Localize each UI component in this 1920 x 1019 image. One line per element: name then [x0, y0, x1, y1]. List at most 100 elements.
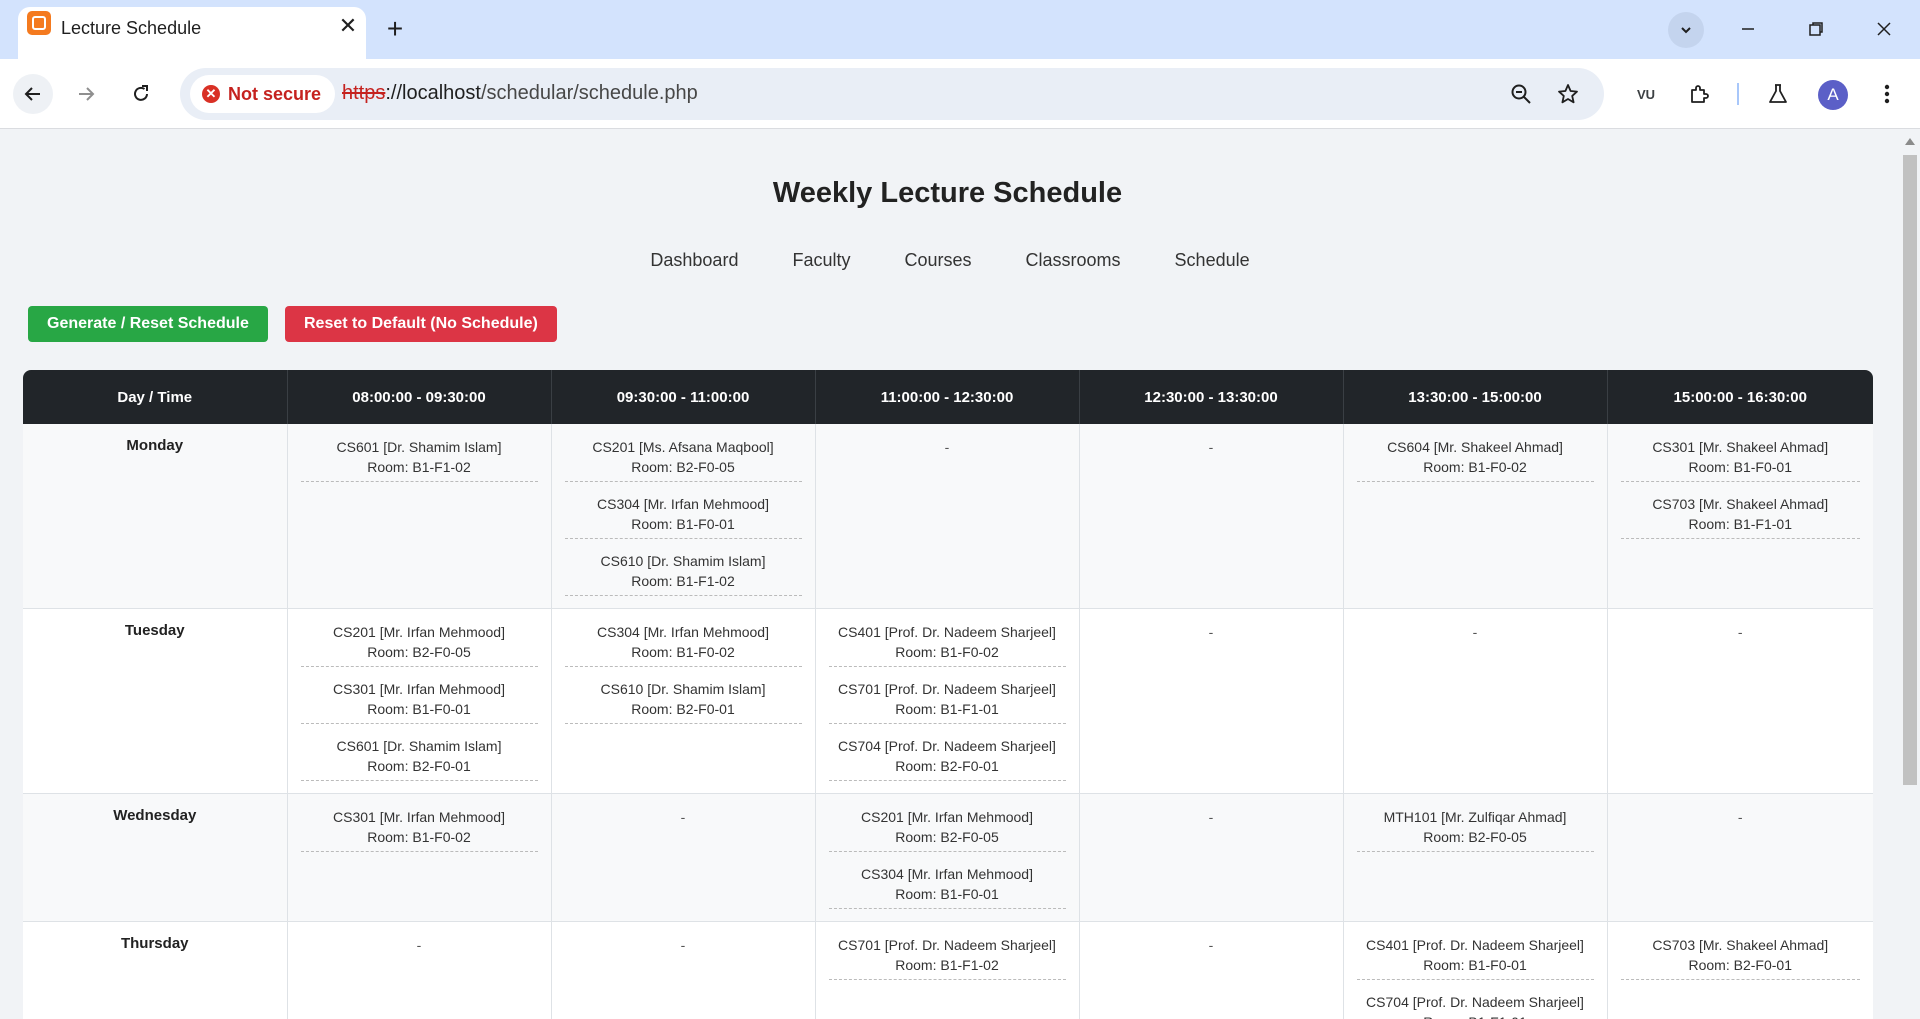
day-cell: Wednesday: [23, 793, 288, 922]
reload-icon[interactable]: [121, 74, 161, 114]
lecture-room: Room: B1-F0-02: [1423, 459, 1527, 475]
lecture-entry: CS704 [Prof. Dr. Nadeem Sharjeel] Room: B…: [1357, 992, 1594, 1019]
security-label: Not secure: [228, 83, 322, 104]
lecture-room: Room: B1-F0-02: [895, 644, 999, 660]
table-row: Thursday - - CS701 [Prof. Dr. Nadeem Sharje…: [23, 921, 1873, 1019]
vu-extension-icon[interactable]: VU: [1628, 76, 1664, 112]
forward-icon[interactable]: [66, 74, 106, 114]
lecture-entry: CS301 [Mr. Shakeel Ahmad] Room: B1-F0-01: [1620, 437, 1860, 482]
lecture-course: CS401 [Prof. Dr. Nadeem Sharjeel]: [838, 624, 1056, 640]
close-window-icon[interactable]: [1869, 14, 1899, 44]
lecture-course: CS201 [Mr. Irfan Mehmood]: [861, 809, 1033, 825]
lecture-room: Room: B1-F0-02: [631, 644, 735, 660]
lecture-entry: CS601 [Dr. Shamim Islam] Room: B1-F1-02: [300, 437, 538, 482]
labs-flask-icon[interactable]: [1760, 76, 1796, 112]
lecture-entry: CS304 [Mr. Irfan Mehmood] Room: B1-F0-01: [564, 494, 802, 539]
browser-tab[interactable]: Lecture Schedule ✕: [18, 7, 366, 59]
lecture-entry: CS401 [Prof. Dr. Nadeem Sharjeel] Room: B…: [1356, 935, 1594, 980]
slot-cell: -: [1079, 608, 1344, 794]
lecture-course: CS610 [Dr. Shamim Islam]: [600, 681, 766, 697]
lecture-entry: CS704 [Prof. Dr. Nadeem Sharjeel] Room: B…: [828, 736, 1066, 781]
lecture-course: CS304 [Mr. Irfan Mehmood]: [861, 866, 1033, 882]
lecture-room: Room: B2-F0-05: [631, 459, 735, 475]
lecture-room: Room: B1-F0-01: [1423, 957, 1527, 973]
extensions-puzzle-icon[interactable]: [1681, 76, 1717, 112]
slot-cell: -: [1607, 793, 1873, 922]
lecture-entry: MTH101 [Mr. Zulfiqar Ahmad] Room: B2-F0-0…: [1356, 807, 1594, 852]
lecture-entry: CS201 [Mr. Irfan Mehmood] Room: B2-F0-05: [300, 622, 538, 667]
slot-cell: CS601 [Dr. Shamim Islam] Room: B1-F1-02: [287, 424, 552, 609]
slot-cell: -: [551, 793, 816, 922]
nav-link-faculty[interactable]: Faculty: [792, 250, 850, 271]
lecture-course: CS301 [Mr. Irfan Mehmood]: [333, 681, 505, 697]
lecture-room: Room: B1-F1-02: [631, 573, 735, 589]
day-cell: Monday: [23, 424, 288, 609]
lecture-course: CS610 [Dr. Shamim Islam]: [600, 553, 766, 569]
empty-slot-marker: -: [1208, 439, 1214, 455]
main-nav: Dashboard Faculty Courses Classrooms Sch…: [650, 250, 1250, 271]
lecture-room: Room: B1-F0-02: [367, 829, 471, 845]
lecture-room: Room: B2-F0-05: [895, 829, 999, 845]
lecture-room: Room: B1-F1-02: [367, 459, 471, 475]
bookmark-star-icon[interactable]: [1553, 79, 1583, 109]
nav-link-courses[interactable]: Courses: [904, 250, 971, 271]
scroll-thumb[interactable]: [1903, 155, 1917, 785]
slot-cell: -: [1079, 424, 1344, 609]
restore-icon[interactable]: [1801, 14, 1831, 44]
nav-link-dashboard[interactable]: Dashboard: [650, 250, 738, 271]
empty-slot-marker: -: [1208, 937, 1214, 953]
lecture-room: Room: B1-F1-02: [895, 957, 999, 973]
lecture-course: CS304 [Mr. Irfan Mehmood]: [597, 624, 769, 640]
tab-title: Lecture Schedule: [61, 18, 202, 38]
url-text[interactable]: https://localhost/schedular/schedule.php: [342, 82, 698, 105]
slot-cell: CS604 [Mr. Shakeel Ahmad] Room: B1-F0-02: [1343, 424, 1608, 609]
lecture-entry: CS703 [Mr. Shakeel Ahmad] Room: B1-F1-01: [1620, 494, 1860, 539]
lecture-room: Room: B1-F1-01: [895, 701, 999, 717]
slot-cell: -: [1607, 608, 1873, 794]
lecture-course: CS304 [Mr. Irfan Mehmood]: [597, 496, 769, 512]
toolbar-separator: [1737, 83, 1739, 105]
lecture-course: CS604 [Mr. Shakeel Ahmad]: [1387, 439, 1563, 455]
lecture-course: CS704 [Prof. Dr. Nadeem Sharjeel]: [1366, 994, 1584, 1010]
schedule-body: Monday CS601 [Dr. Shamim Islam] Room: B1-F…: [23, 424, 1873, 1019]
lecture-room: Room: B2-F0-01: [895, 758, 999, 774]
nav-link-schedule[interactable]: Schedule: [1175, 250, 1250, 271]
zoom-out-icon[interactable]: [1506, 79, 1536, 109]
table-row: Wednesday CS301 [Mr. Irfan Mehmood] Room: …: [23, 793, 1873, 922]
address-bar[interactable]: ✕ Not secure https://localhost/schedular…: [180, 68, 1604, 120]
lecture-room: Room: B1-F1-01: [1688, 516, 1792, 532]
lecture-course: CS201 [Mr. Irfan Mehmood]: [333, 624, 505, 640]
slot-header: 15:00:00 - 16:30:00: [1673, 388, 1807, 406]
day-time-header: Day / Time: [23, 370, 288, 424]
menu-kebab-icon[interactable]: [1869, 76, 1905, 112]
minimize-icon[interactable]: [1733, 14, 1763, 44]
slot-header: 08:00:00 - 09:30:00: [287, 370, 552, 424]
slot-cell: CS703 [Mr. Shakeel Ahmad] Room: B2-F0-01: [1607, 921, 1873, 1019]
slot-header: 12:30:00 - 13:30:00: [1079, 370, 1344, 424]
lecture-entry: CS301 [Mr. Irfan Mehmood] Room: B1-F0-01: [300, 679, 538, 724]
profile-avatar[interactable]: A: [1818, 80, 1848, 110]
security-chip[interactable]: ✕ Not secure: [190, 75, 336, 113]
slot-cell: MTH101 [Mr. Zulfiqar Ahmad] Room: B2-F0-0…: [1343, 793, 1608, 922]
slot-cell: -: [1079, 921, 1344, 1019]
scroll-up-icon[interactable]: [1905, 138, 1915, 145]
tab-search-chevron-icon[interactable]: [1668, 12, 1704, 48]
schedule-table: Day / Time 08:00:00 - 09:30:00 09:30:00 …: [23, 370, 1873, 1019]
slot-cell: CS301 [Mr. Shakeel Ahmad] Room: B1-F0-01 C…: [1607, 424, 1873, 609]
page-scrollbar[interactable]: [1900, 130, 1920, 1019]
lecture-entry: CS601 [Dr. Shamim Islam] Room: B2-F0-01: [300, 736, 538, 781]
slot-cell: CS401 [Prof. Dr. Nadeem Sharjeel] Room: B…: [815, 608, 1080, 794]
new-tab-icon[interactable]: +: [380, 15, 410, 45]
page-content: Weekly Lecture Schedule Dashboard Facult…: [0, 130, 1900, 1019]
generate-schedule-button[interactable]: Generate / Reset Schedule: [28, 306, 268, 342]
xampp-favicon-icon: [27, 11, 51, 35]
slot-header: 13:30:00 - 15:00:00: [1343, 370, 1608, 424]
reset-default-button[interactable]: Reset to Default (No Schedule): [285, 306, 557, 342]
empty-slot-marker: -: [680, 937, 686, 953]
nav-link-classrooms[interactable]: Classrooms: [1026, 250, 1121, 271]
close-tab-icon[interactable]: ✕: [338, 15, 358, 37]
lecture-entry: CS304 [Mr. Irfan Mehmood] Room: B1-F0-01: [828, 864, 1066, 909]
back-icon[interactable]: [13, 74, 53, 114]
lecture-room: Room: B1-F0-01: [1688, 459, 1792, 475]
lecture-room: Room: B2-F0-01: [1688, 957, 1792, 973]
